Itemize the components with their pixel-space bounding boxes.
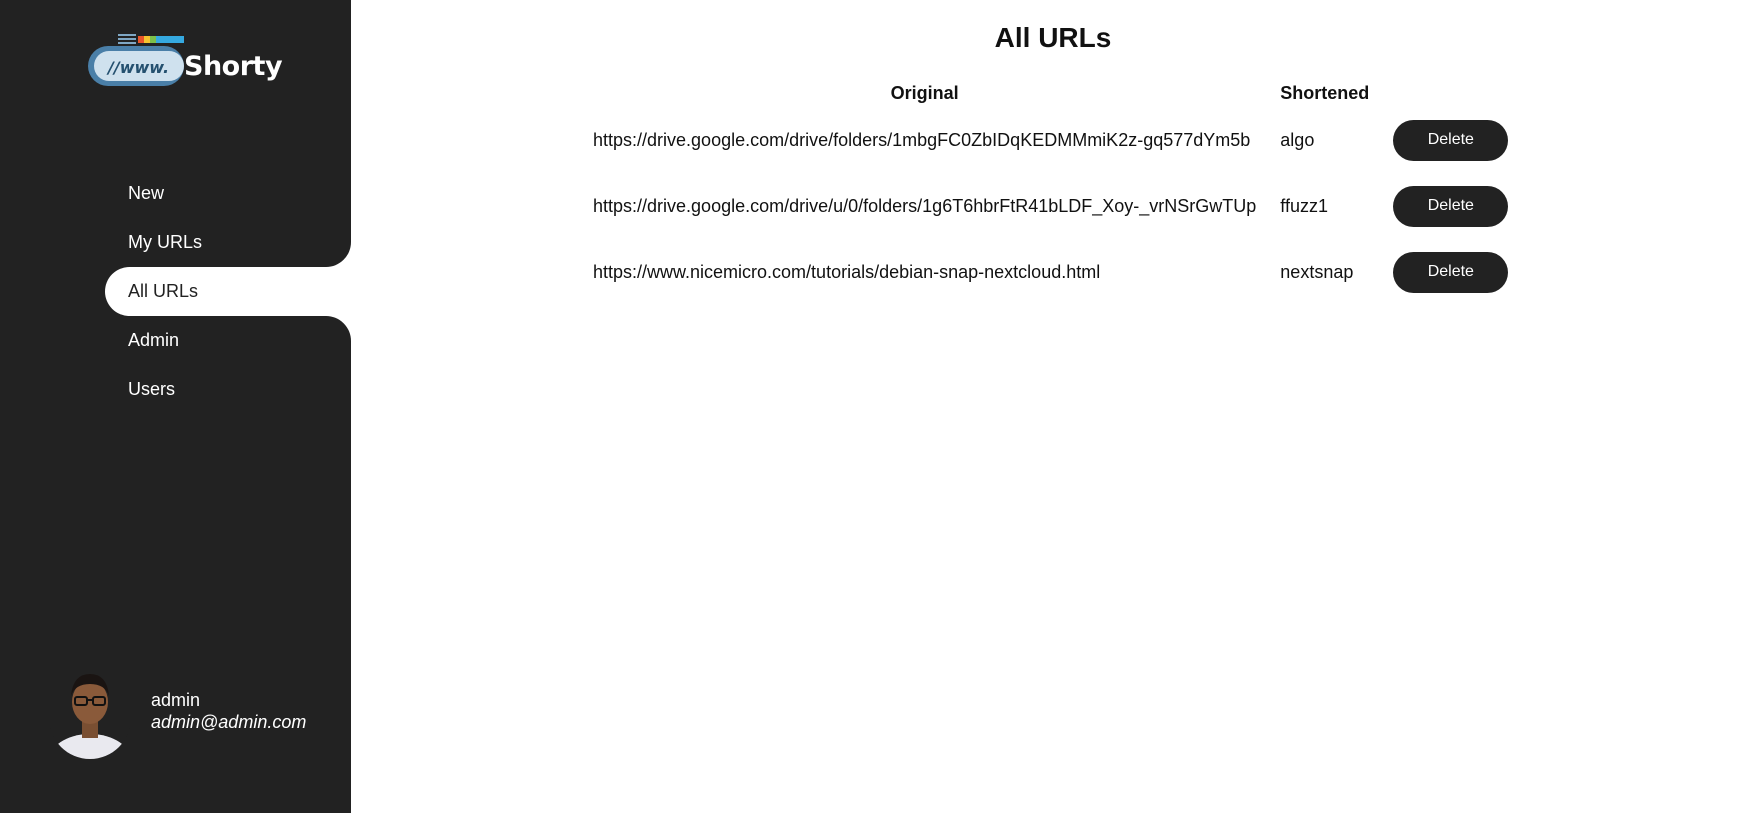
sidebar-item-new[interactable]: New	[0, 169, 351, 218]
column-header-shortened: Shortened	[1280, 83, 1370, 103]
short-code-cell: nextsnap	[1280, 261, 1354, 282]
sidebar-item-all-urls[interactable]: All URLs	[105, 267, 351, 316]
sidebar-item-label: New	[128, 183, 165, 203]
avatar-photo-icon	[49, 662, 131, 759]
table-row: https://drive.google.com/drive/u/0/folde…	[581, 173, 1520, 239]
column-header-original: Original	[890, 83, 959, 103]
sidebar-item-admin[interactable]: Admin	[0, 316, 351, 365]
user-profile[interactable]: admin admin@admin.com	[49, 662, 306, 759]
sidebar-item-label: All URLs	[128, 281, 199, 301]
sidebar: //www. Shorty New My URLs All URLs Admin…	[0, 0, 351, 813]
logo-www-text: //www.	[108, 58, 170, 77]
actions-cell: Delete	[1381, 107, 1520, 173]
short-code-cell: ffuzz1	[1280, 195, 1328, 216]
sidebar-item-label: Admin	[128, 330, 180, 350]
delete-button[interactable]: Delete	[1393, 185, 1509, 227]
delete-button[interactable]: Delete	[1393, 119, 1509, 161]
avatar	[49, 662, 131, 759]
user-info: admin admin@admin.com	[151, 689, 306, 733]
user-name: admin	[151, 689, 201, 710]
sidebar-item-my-urls[interactable]: My URLs	[0, 218, 351, 267]
actions-cell: Delete	[1381, 173, 1520, 239]
original-url-cell: https://drive.google.com/drive/folders/1…	[593, 129, 1251, 150]
user-email: admin@admin.com	[151, 711, 307, 732]
urls-table: Original Shortened https://drive.google.…	[581, 80, 1520, 305]
table-header-row: Original Shortened	[581, 80, 1520, 107]
column-header-actions	[1381, 80, 1520, 107]
table-row: https://www.nicemicro.com/tutorials/debi…	[581, 239, 1520, 305]
sidebar-nav: New My URLs All URLs Admin Users	[0, 169, 351, 414]
sidebar-item-users[interactable]: Users	[0, 365, 351, 414]
page-title: All URLs	[994, 22, 1112, 53]
delete-button[interactable]: Delete	[1393, 251, 1509, 293]
brand-name: Shorty	[184, 51, 283, 82]
sidebar-item-label: Users	[128, 379, 176, 399]
main-content: All URLs Original Shortened https://driv…	[351, 0, 1755, 813]
original-url-cell: https://www.nicemicro.com/tutorials/debi…	[593, 261, 1101, 282]
short-code-cell: algo	[1280, 129, 1315, 150]
actions-cell: Delete	[1381, 239, 1520, 305]
table-row: https://drive.google.com/drive/folders/1…	[581, 107, 1520, 173]
sidebar-item-label: My URLs	[128, 232, 203, 252]
original-url-cell: https://drive.google.com/drive/u/0/folde…	[593, 195, 1257, 216]
